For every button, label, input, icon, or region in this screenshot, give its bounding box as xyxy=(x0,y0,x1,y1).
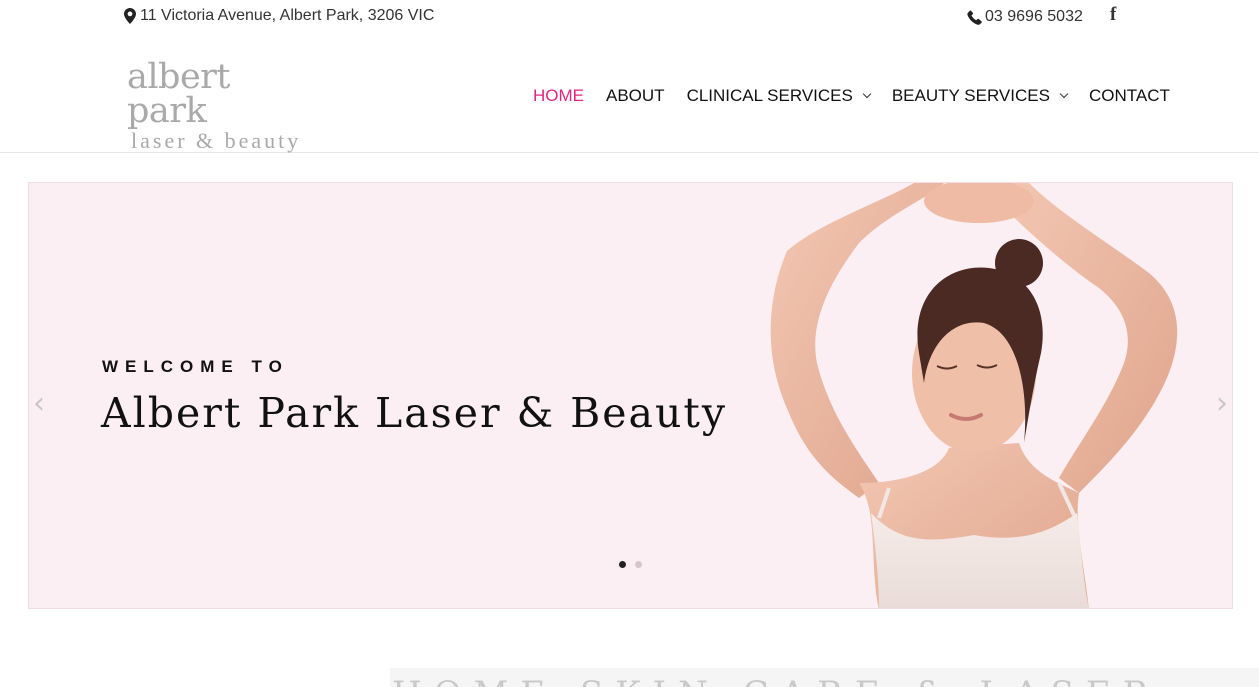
slider-pagination xyxy=(619,561,642,568)
nav-item-about[interactable]: ABOUT xyxy=(606,86,665,106)
main-nav: HOME ABOUT CLINICAL SERVICES BEAUTY SERV… xyxy=(533,86,1170,106)
nav-item-home[interactable]: HOME xyxy=(533,86,584,106)
hero-woman-image xyxy=(770,183,1178,608)
slider-dot-1[interactable] xyxy=(619,561,626,568)
slider-next-arrow-icon[interactable]: › xyxy=(1216,386,1228,421)
phone-icon xyxy=(967,10,982,25)
logo-line-1: albert park xyxy=(127,57,230,131)
nav-item-clinical-services[interactable]: CLINICAL SERVICES xyxy=(686,86,872,106)
top-bar: 11 Victoria Avenue, Albert Park, 3206 VI… xyxy=(0,0,1259,34)
address: 11 Victoria Avenue, Albert Park, 3206 VI… xyxy=(124,7,434,25)
phone[interactable]: 03 9696 5032 xyxy=(967,8,1083,26)
next-section-heading: HOME SKIN CARE & LASER xyxy=(392,674,1160,687)
nav-label: ABOUT xyxy=(606,86,665,105)
phone-text: 03 9696 5032 xyxy=(985,8,1083,25)
hero-kicker: WELCOME TO xyxy=(102,357,289,376)
logo[interactable]: albert park laser & beauty xyxy=(127,60,307,154)
nav-label: CONTACT xyxy=(1088,86,1170,105)
nav-label: BEAUTY SERVICES xyxy=(891,86,1050,105)
slider-prev-arrow-icon[interactable]: ‹ xyxy=(33,386,45,421)
chevron-down-icon xyxy=(1059,89,1069,99)
hero-slider: WELCOME TO Albert Park Laser & Beauty ‹ … xyxy=(28,182,1233,609)
site-header: albert park laser & beauty HOME ABOUT CL… xyxy=(0,34,1259,153)
logo-line-2: laser & beauty xyxy=(131,128,302,153)
nav-label: CLINICAL SERVICES xyxy=(686,86,853,105)
slider-dot-2[interactable] xyxy=(635,561,642,568)
next-section-heading-band: HOME SKIN CARE & LASER xyxy=(390,668,1259,687)
hero-headline: Albert Park Laser & Beauty xyxy=(101,389,728,437)
address-text: 11 Victoria Avenue, Albert Park, 3206 VI… xyxy=(140,7,435,24)
facebook-icon[interactable]: f xyxy=(1110,4,1116,26)
chevron-down-icon xyxy=(862,89,872,99)
map-pin-icon xyxy=(124,8,136,24)
nav-item-contact[interactable]: CONTACT xyxy=(1089,86,1170,106)
nav-item-beauty-services[interactable]: BEAUTY SERVICES xyxy=(891,86,1069,106)
nav-label: HOME xyxy=(533,86,584,105)
